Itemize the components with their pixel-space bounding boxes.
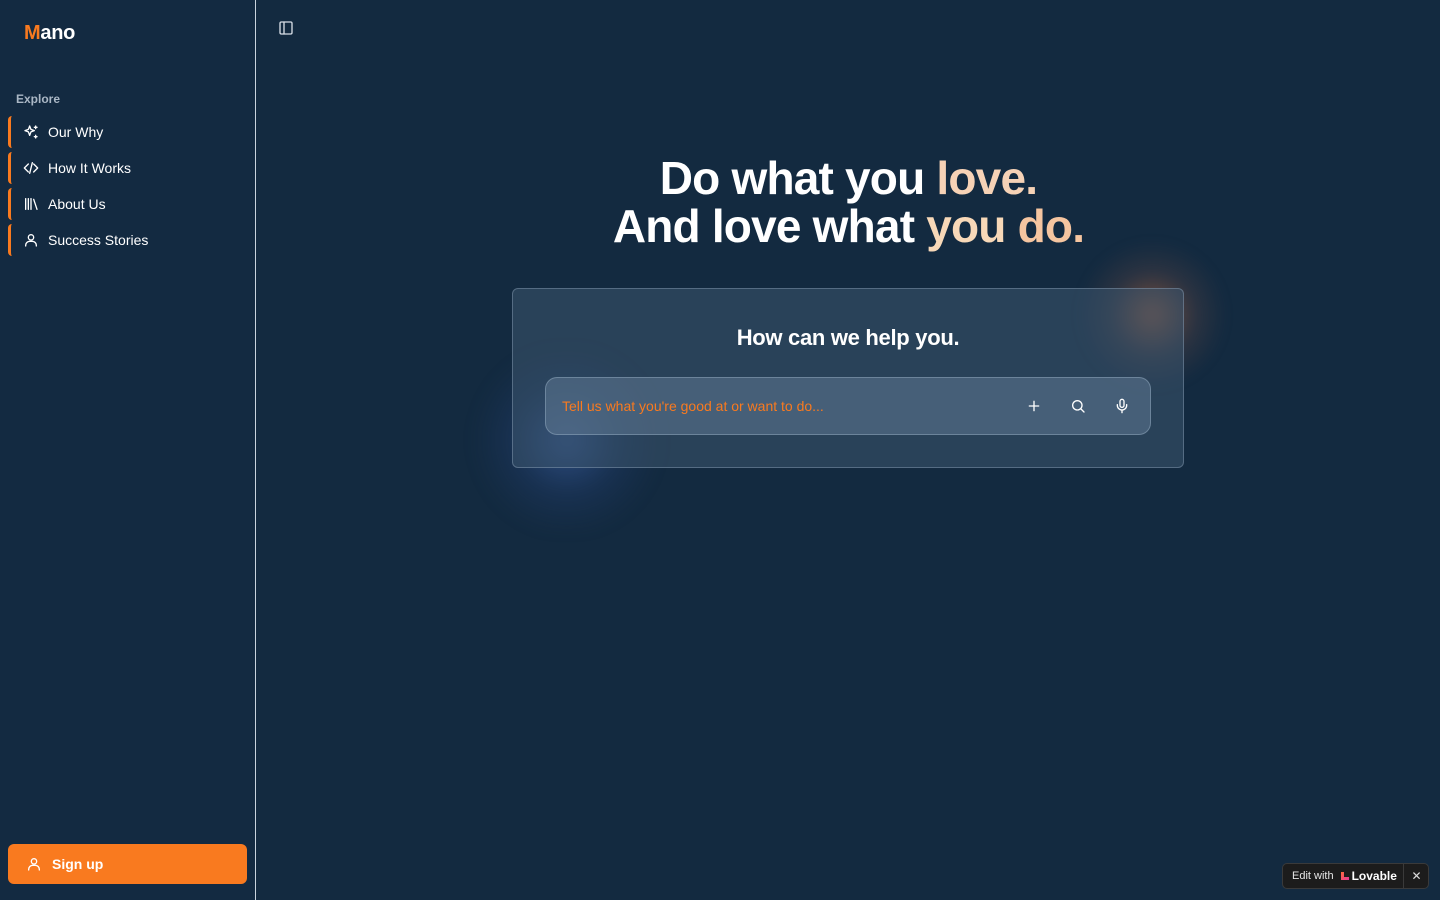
hero-line2-text: And love what <box>612 200 927 252</box>
sidebar-toggle-button[interactable] <box>277 19 295 37</box>
hero-line2-highlight-a: you <box>926 200 1018 252</box>
code-icon <box>23 160 39 176</box>
voice-button[interactable] <box>1111 395 1133 417</box>
sidebar-item-label: Our Why <box>48 124 104 140</box>
sidebar-item-label: Success Stories <box>48 232 149 248</box>
logo[interactable]: Mano <box>24 22 75 45</box>
sidebar-item-our-why[interactable]: Our Why <box>8 116 248 148</box>
hero-line1-highlight: love. <box>936 152 1038 204</box>
library-icon <box>23 196 39 212</box>
main-content: Do what you love. And love what you do. … <box>257 0 1440 900</box>
user-icon <box>26 856 42 872</box>
sidebar-item-label: How It Works <box>48 160 131 176</box>
hero-line1-text: Do what you <box>659 152 937 204</box>
hero-line2-highlight-b: do. <box>1017 200 1085 252</box>
signup-button[interactable]: Sign up <box>8 844 247 884</box>
sparkles-icon <box>23 124 39 140</box>
logo-initial: M <box>24 22 41 44</box>
nav-section-label: Explore <box>16 92 61 106</box>
hero-heading: Do what you love. And love what you do. <box>257 154 1440 250</box>
plus-icon <box>1026 398 1042 414</box>
microphone-icon <box>1114 398 1130 414</box>
sidebar-item-how-it-works[interactable]: How It Works <box>8 152 248 184</box>
sidebar-item-label: About Us <box>48 196 106 212</box>
lovable-logo-icon <box>1340 871 1350 881</box>
badge-edit-label[interactable]: Edit with <box>1292 870 1334 882</box>
sidebar-nav: Our Why How It Works About Us Success St… <box>8 116 248 260</box>
sidebar-item-about-us[interactable]: About Us <box>8 188 248 220</box>
sidebar: Mano Explore Our Why How It Works About … <box>0 0 256 900</box>
app-root: Mano Explore Our Why How It Works About … <box>0 0 1440 900</box>
help-card: How can we help you. <box>512 288 1184 468</box>
badge-brand[interactable]: Lovable <box>1352 869 1397 883</box>
add-button[interactable] <box>1023 395 1045 417</box>
edit-with-lovable-badge: Edit with Lovable ✕ <box>1282 863 1429 889</box>
user-icon <box>23 232 39 248</box>
sidebar-item-success-stories[interactable]: Success Stories <box>8 224 248 256</box>
help-card-title: How can we help you. <box>736 325 960 350</box>
panel-left-icon <box>278 20 294 36</box>
search-button[interactable] <box>1067 395 1089 417</box>
search-bar <box>545 377 1151 435</box>
logo-text: ano <box>40 22 76 44</box>
search-input[interactable] <box>562 378 1002 434</box>
signup-label: Sign up <box>52 856 104 872</box>
close-icon[interactable]: ✕ <box>1404 864 1429 888</box>
search-icon <box>1070 398 1086 414</box>
